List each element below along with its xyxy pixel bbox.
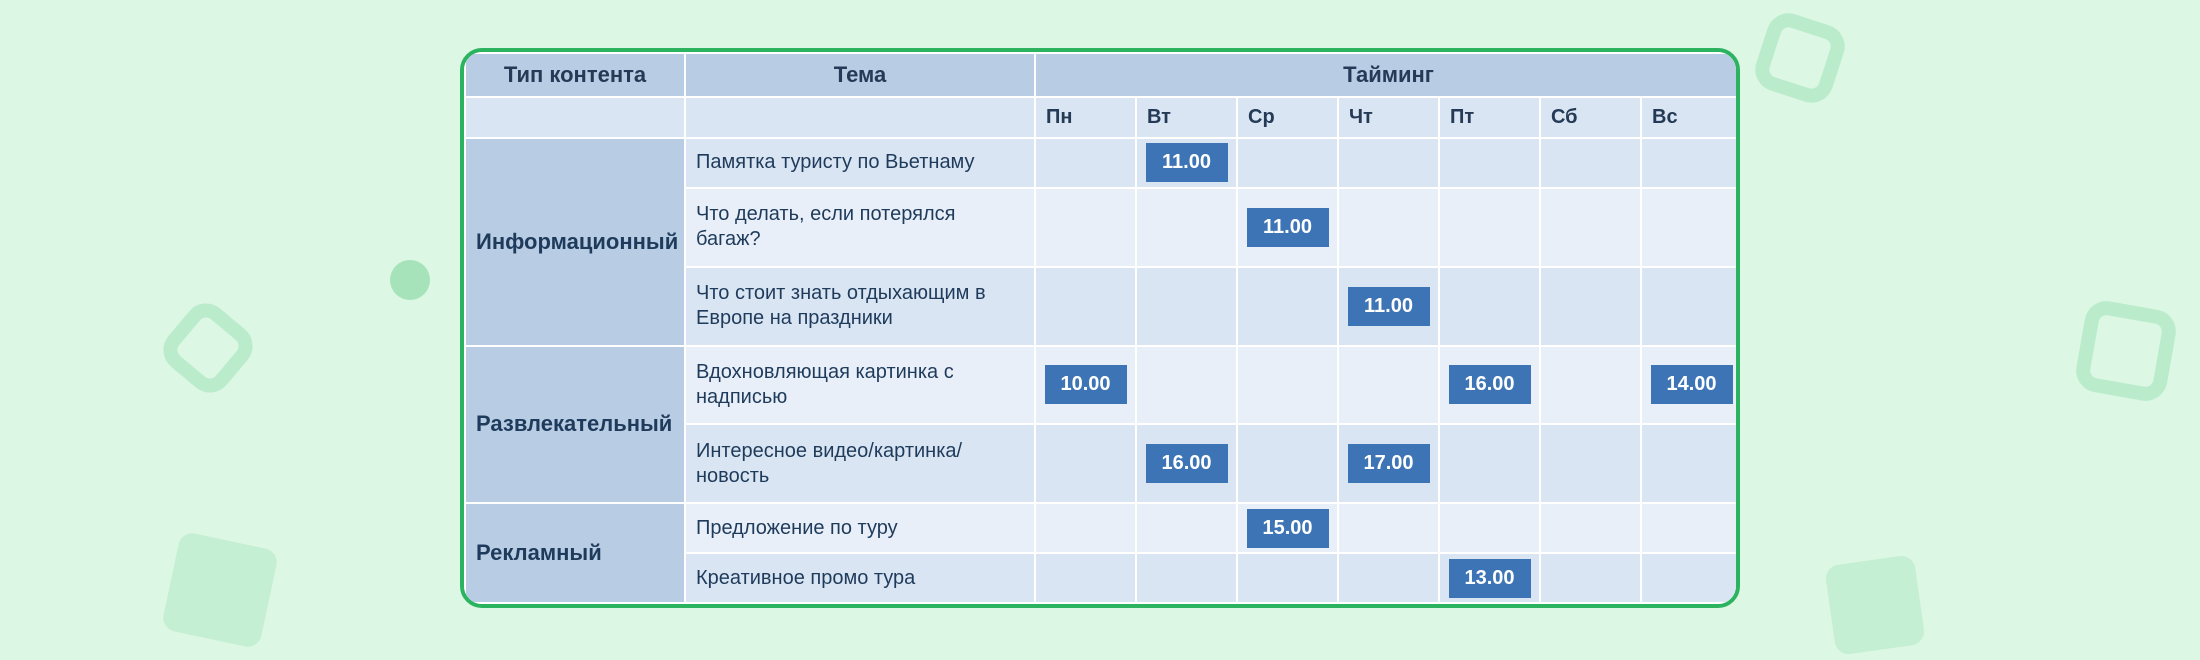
bg-decoration	[161, 531, 280, 650]
timing-cell: 15.00	[1237, 503, 1338, 553]
topic-cell: Интересное видео/картинка/новость	[685, 424, 1035, 503]
bg-decoration	[1824, 554, 1926, 656]
timing-cell	[1641, 503, 1740, 553]
timing-cell	[1338, 138, 1439, 188]
group-label: Информационный	[465, 138, 685, 346]
timing-cell	[1540, 553, 1641, 603]
timing-cell: 17.00	[1338, 424, 1439, 503]
topic-cell: Предложение по туру	[685, 503, 1035, 553]
day-header: Чт	[1338, 97, 1439, 138]
timing-cell	[1338, 188, 1439, 267]
timing-chip: 11.00	[1146, 143, 1228, 182]
timing-cell	[1641, 267, 1740, 346]
bg-decoration	[154, 294, 261, 401]
timing-cell	[1540, 346, 1641, 425]
timing-cell	[1035, 138, 1136, 188]
bg-decoration	[1750, 8, 1851, 109]
group-label: Развлекательный	[465, 346, 685, 504]
timing-chip: 17.00	[1348, 444, 1430, 483]
table-row: РазвлекательныйВдохновляющая картинка с …	[465, 346, 1740, 425]
timing-cell	[1338, 503, 1439, 553]
timing-cell	[1439, 267, 1540, 346]
timing-cell	[1237, 346, 1338, 425]
timing-cell	[1237, 267, 1338, 346]
timing-cell	[1035, 503, 1136, 553]
timing-cell	[1338, 553, 1439, 603]
timing-cell: 16.00	[1136, 424, 1237, 503]
timing-cell	[1540, 188, 1641, 267]
timing-cell	[1136, 267, 1237, 346]
topic-cell: Креативное промо тура	[685, 553, 1035, 603]
header-blank	[465, 97, 685, 138]
timing-cell	[1035, 553, 1136, 603]
topic-cell: Вдохновляющая картинка с надписью	[685, 346, 1035, 425]
bg-decoration	[390, 260, 430, 300]
timing-cell: 16.00	[1439, 346, 1540, 425]
timing-cell	[1136, 346, 1237, 425]
day-header: Вс	[1641, 97, 1740, 138]
timing-cell	[1237, 424, 1338, 503]
timing-cell	[1338, 346, 1439, 425]
timing-cell	[1540, 138, 1641, 188]
timing-cell	[1439, 188, 1540, 267]
timing-cell	[1439, 424, 1540, 503]
timing-cell	[1035, 424, 1136, 503]
group-label: Рекламный	[465, 503, 685, 603]
timing-cell	[1035, 267, 1136, 346]
day-header: Пт	[1439, 97, 1540, 138]
timing-chip: 15.00	[1247, 509, 1329, 548]
timing-chip: 14.00	[1651, 365, 1733, 404]
timing-chip: 10.00	[1045, 365, 1127, 404]
timing-chip: 11.00	[1348, 287, 1430, 326]
timing-chip: 16.00	[1146, 444, 1228, 483]
day-header: Пн	[1035, 97, 1136, 138]
timing-cell	[1439, 138, 1540, 188]
timing-cell: 11.00	[1136, 138, 1237, 188]
timing-chip: 11.00	[1247, 208, 1329, 247]
timing-cell	[1439, 503, 1540, 553]
day-header: Вт	[1136, 97, 1237, 138]
timing-cell: 10.00	[1035, 346, 1136, 425]
timing-cell	[1540, 424, 1641, 503]
timing-cell	[1641, 138, 1740, 188]
timing-cell	[1136, 188, 1237, 267]
timing-chip: 13.00	[1449, 559, 1531, 598]
timing-chip: 16.00	[1449, 365, 1531, 404]
timing-cell: 11.00	[1237, 188, 1338, 267]
content-plan-frame: Тип контента Тема Тайминг Пн Вт Ср Чт Пт…	[460, 48, 1740, 608]
header-type: Тип контента	[465, 53, 685, 97]
topic-cell: Что стоит знать отдыхающим в Европе на п…	[685, 267, 1035, 346]
timing-cell	[1035, 188, 1136, 267]
content-plan-table: Тип контента Тема Тайминг Пн Вт Ср Чт Пт…	[464, 52, 1740, 604]
timing-cell	[1540, 267, 1641, 346]
timing-cell	[1540, 503, 1641, 553]
topic-cell: Что делать, если потерялся багаж?	[685, 188, 1035, 267]
topic-cell: Памятка туристу по Вьетнаму	[685, 138, 1035, 188]
timing-cell	[1237, 553, 1338, 603]
timing-cell	[1136, 553, 1237, 603]
header-blank	[685, 97, 1035, 138]
timing-cell: 14.00	[1641, 346, 1740, 425]
timing-cell	[1641, 424, 1740, 503]
table-row: ИнформационныйПамятка туристу по Вьетнам…	[465, 138, 1740, 188]
timing-cell: 11.00	[1338, 267, 1439, 346]
timing-cell	[1237, 138, 1338, 188]
timing-cell	[1641, 553, 1740, 603]
table-row: РекламныйПредложение по туру15.00	[465, 503, 1740, 553]
table-days-row: Пн Вт Ср Чт Пт Сб Вс	[465, 97, 1740, 138]
day-header: Ср	[1237, 97, 1338, 138]
timing-cell: 13.00	[1439, 553, 1540, 603]
header-timing: Тайминг	[1035, 53, 1740, 97]
header-topic: Тема	[685, 53, 1035, 97]
table-header-row: Тип контента Тема Тайминг	[465, 53, 1740, 97]
timing-cell	[1641, 188, 1740, 267]
bg-decoration	[2073, 298, 2180, 405]
timing-cell	[1136, 503, 1237, 553]
day-header: Сб	[1540, 97, 1641, 138]
